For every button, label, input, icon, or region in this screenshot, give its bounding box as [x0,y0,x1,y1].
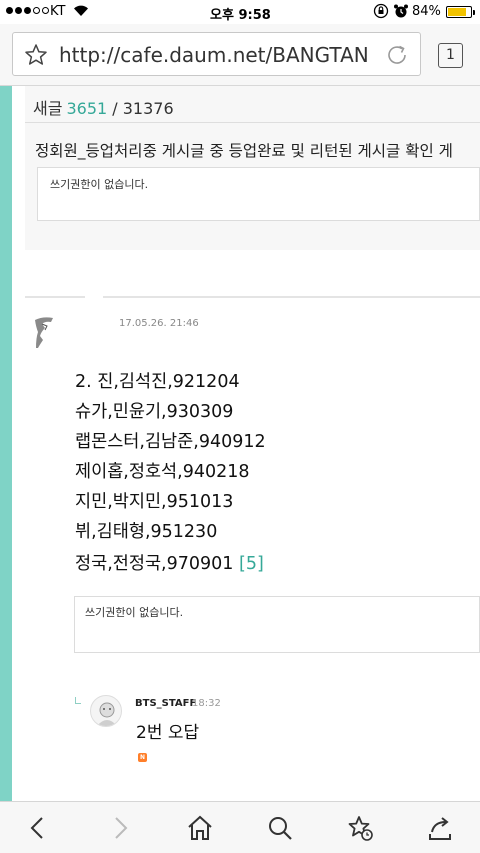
clock: 오후 9:58 [210,8,271,23]
post-line: 뷔,김태형,951230 [75,522,218,542]
no-permission-text: 쓰기권한이 없습니다. [50,178,149,191]
bookmarks-icon[interactable] [346,814,374,842]
url-text: http://cafe.daum.net/BANGTAN [59,43,369,67]
reply-time: 18:32 [192,698,221,709]
alarm-icon [393,3,409,23]
post-line-last: 정국,전정국,970901 [5] [75,550,264,575]
notice-panel: 새글 3651 / 31376 정회원_등업처리중 게시글 중 등업완료 및 리턴… [25,86,480,250]
notice-title[interactable]: 정회원_등업처리중 게시글 중 등업완료 및 리턴된 게시글 확인 게 [35,139,453,161]
post-line: 지민,박지민,951013 [75,492,234,512]
forward-icon[interactable] [106,814,134,842]
comment-box[interactable]: 쓰기권한이 없습니다. [37,167,480,221]
carrier-name: KT [50,4,66,19]
browser-toolbar [0,801,480,853]
reply-avatar[interactable] [90,695,122,727]
reply-text: 2번 오답 [136,723,200,743]
post-timestamp: 17.05.26. 21:46 [119,318,199,329]
avatar[interactable] [33,314,55,350]
browser-address-bar: http://cafe.daum.net/BANGTAN 1 [0,24,480,86]
total-posts-count: / 31376 [112,99,174,118]
battery-percent: 84% [412,4,441,19]
no-permission-text: 쓰기권한이 없습니다. [85,606,184,619]
wifi-icon [73,4,89,21]
divider [25,122,480,123]
new-badge: N [138,753,147,762]
back-icon[interactable] [24,814,52,842]
post-line: 2. 진,김석진,921204 [75,372,240,392]
orientation-lock-icon [373,3,389,23]
reload-icon[interactable] [384,42,410,68]
post-line: 랩몬스터,김남준,940912 [75,432,266,452]
home-icon[interactable] [186,814,214,842]
post-counter: 새글 3651 / 31376 [33,95,174,119]
post-line: 제이홉,정호석,940218 [75,462,250,482]
share-icon[interactable] [426,814,454,842]
divider-gap [85,295,103,299]
new-posts-label: 새글 [33,99,63,118]
reply-indicator-icon [75,697,81,704]
battery-icon [446,6,475,18]
tabs-button[interactable]: 1 [438,43,463,68]
new-posts-count[interactable]: 3651 [66,99,107,118]
url-field[interactable]: http://cafe.daum.net/BANGTAN [12,32,421,76]
search-icon[interactable] [266,814,294,842]
reply-author[interactable]: BTS_STAFF [135,698,196,709]
status-bar: KT 오후 9:58 84% [0,0,480,24]
post-line-text: 정국,전정국,970901 [75,554,234,574]
bookmark-star-icon[interactable] [23,42,49,68]
accent-bar [0,86,12,801]
comment-count-link[interactable]: [5] [239,554,264,574]
comment-box[interactable]: 쓰기권한이 없습니다. [74,596,480,653]
signal-strength-icon [6,7,49,14]
post-line: 슈가,민윤기,930309 [75,402,234,422]
